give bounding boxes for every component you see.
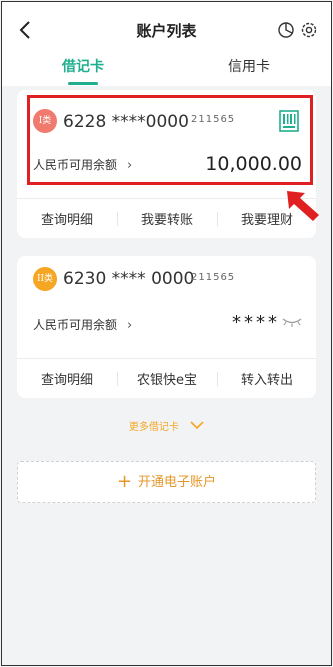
gear-icon[interactable] (300, 21, 318, 39)
view-details-button[interactable]: 查询明细 (17, 369, 117, 388)
more-debit-cards-link[interactable]: 更多借记卡 (2, 418, 331, 433)
card-actions: 查询明细 农银快e宝 转入转出 (17, 358, 316, 399)
app-screen: 账户列表 借记卡 信用卡 I类 6228 ****0000 211565 人民币… (1, 1, 332, 666)
chevron-down-icon (190, 421, 204, 430)
quick-e-bao-button[interactable]: 农银快e宝 (117, 369, 217, 388)
view-details-button[interactable]: 查询明细 (17, 209, 117, 228)
card-actions: 查询明细 我要转账 我要理财 (17, 198, 316, 239)
account-card-2[interactable]: II类 6230 **** 0000 211565 人民币可用余额 › **** … (17, 256, 316, 398)
open-e-account-button[interactable]: + 开通电子账户 (17, 461, 316, 503)
tab-debit-card[interactable]: 借记卡 (23, 56, 143, 76)
header: 账户列表 借记卡 信用卡 (2, 2, 331, 86)
balance-label: 人民币可用余额 (33, 318, 118, 332)
eye-closed-icon[interactable] (282, 316, 302, 328)
card-sub-number: 211565 (191, 272, 236, 283)
card-type-badge: II类 (33, 267, 57, 291)
tab-credit-card[interactable]: 信用卡 (189, 56, 309, 76)
open-e-account-label: 开通电子账户 (138, 475, 217, 490)
transfer-button[interactable]: 我要转账 (117, 209, 217, 228)
more-debit-cards-label: 更多借记卡 (128, 422, 179, 433)
card-number: 6230 **** 0000 (63, 269, 195, 289)
balance-hidden: **** (232, 312, 280, 333)
transfer-in-out-button[interactable]: 转入转出 (217, 369, 317, 388)
plus-icon: + (116, 471, 133, 492)
tab-indicator (68, 82, 98, 85)
tab-bar: 借记卡 信用卡 (2, 56, 331, 86)
chevron-right-icon: › (127, 318, 133, 333)
highlight-box (27, 95, 313, 185)
red-arrow-icon (287, 191, 319, 221)
balance-row[interactable]: 人民币可用余额 › (33, 316, 132, 333)
pie-chart-icon[interactable] (277, 21, 295, 39)
